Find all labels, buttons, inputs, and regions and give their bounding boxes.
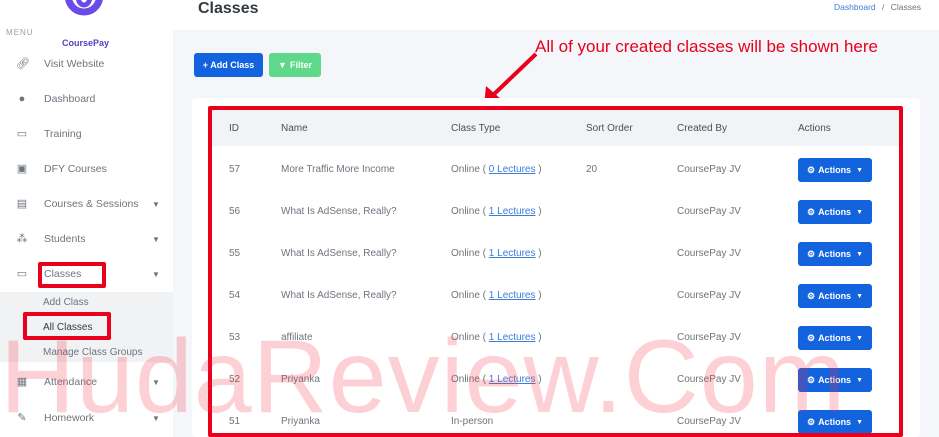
logo-mark-icon <box>65 0 103 16</box>
add-class-button[interactable]: + Add Class <box>194 53 263 77</box>
sidebar-item-dfy-courses[interactable]: ▣ DFY Courses <box>0 155 173 183</box>
breadcrumb: Dashboard / Classes <box>834 2 921 12</box>
page-title: Classes <box>198 0 259 17</box>
highlight-all-classes <box>23 312 111 340</box>
sidebar-item-label: Visit Website <box>44 58 105 70</box>
chevron-down-icon: ▼ <box>152 199 160 209</box>
fire-icon: ● <box>18 93 26 105</box>
sidebar-item-courses-sessions[interactable]: ▤ Courses & Sessions ▼ <box>0 190 173 218</box>
sidebar-item-label: DFY Courses <box>44 163 107 175</box>
sidebar-item-visit-website[interactable]: 🔗︎ Visit Website <box>0 50 173 78</box>
table-icon: ▦ <box>16 376 28 388</box>
annotation-text: All of your created classes will be show… <box>535 37 878 56</box>
classes-icon: ▭ <box>16 268 28 280</box>
sidebar-item-training[interactable]: ▭ Training <box>0 120 173 148</box>
filter-button[interactable]: ▼ Filter <box>269 53 321 77</box>
breadcrumb-current: Classes <box>890 2 921 12</box>
sidebar-item-dashboard[interactable]: ● Dashboard <box>0 85 173 113</box>
chevron-down-icon: ▼ <box>152 269 160 279</box>
sidebar-item-label: Training <box>44 128 82 140</box>
chevron-down-icon: ▼ <box>152 234 160 244</box>
menu-label: MENU <box>6 28 34 37</box>
edit-icon: ✎ <box>17 412 27 424</box>
sidebar-item-label: Homework <box>44 412 95 424</box>
chevron-down-icon: ▼ <box>152 413 160 423</box>
users-icon: ⁂ <box>16 233 28 245</box>
gift-icon: ▣ <box>16 163 28 175</box>
training-icon: ▭ <box>16 128 28 140</box>
add-class-label: + Add Class <box>202 60 255 70</box>
breadcrumb-dashboard[interactable]: Dashboard <box>834 2 876 12</box>
filter-label: Filter <box>289 60 312 70</box>
page-header <box>173 0 939 30</box>
sidebar: CoursePay MENU 🔗︎ Visit Website ● Dashbo… <box>0 0 173 437</box>
sidebar-item-attendance[interactable]: ▦ Attendance ▼ <box>0 368 173 396</box>
link-icon: 🔗︎ <box>16 58 30 70</box>
logo-text: CoursePay <box>62 38 110 48</box>
highlight-classes <box>38 262 106 288</box>
sidebar-item-label: Attendance <box>44 376 98 388</box>
sidebar-item-label: Students <box>44 233 86 245</box>
chevron-down-icon: ▼ <box>152 377 160 387</box>
coursepay-logo[interactable]: CoursePay <box>54 0 114 50</box>
sidebar-item-label: Dashboard <box>44 93 96 105</box>
sidebar-item-students[interactable]: ⁂ Students ▼ <box>0 225 173 253</box>
sidebar-item-label: Courses & Sessions <box>44 198 139 210</box>
sidebar-subitem-manage-class-groups[interactable]: Manage Class Groups <box>43 347 143 358</box>
book-icon: ▤ <box>16 198 28 210</box>
sidebar-item-homework[interactable]: ✎ Homework ▼ <box>0 404 173 432</box>
sidebar-subitem-add-class[interactable]: Add Class <box>43 297 89 308</box>
breadcrumb-separator: / <box>882 2 885 12</box>
filter-icon: ▼ <box>278 60 287 70</box>
highlight-table <box>208 106 903 437</box>
